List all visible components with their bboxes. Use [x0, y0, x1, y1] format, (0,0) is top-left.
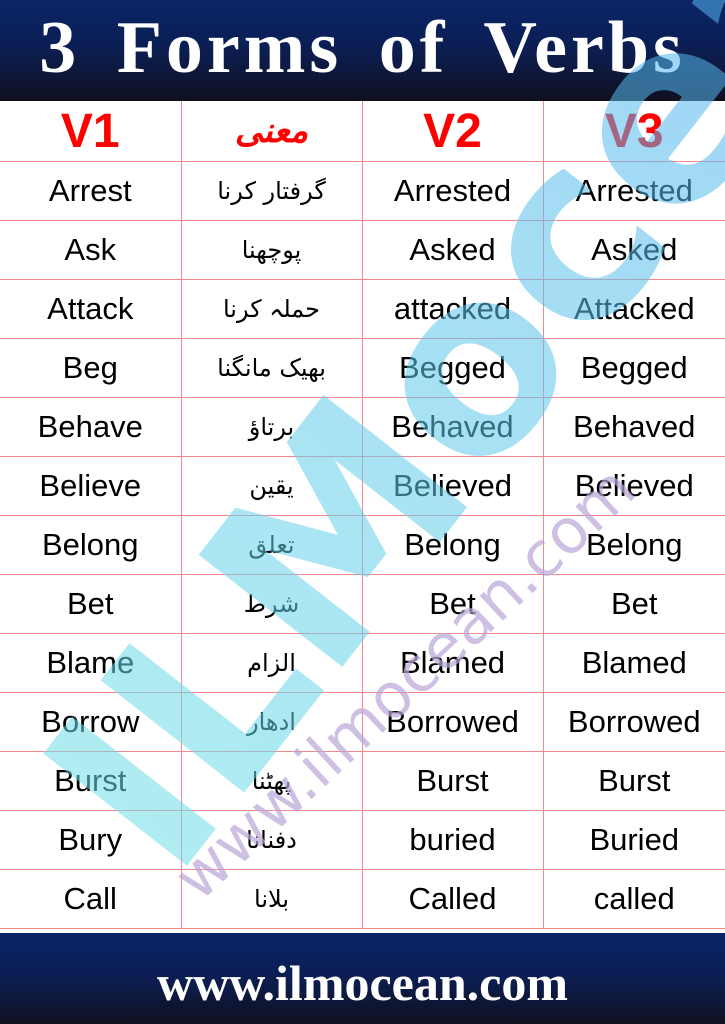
- cell-v1: Arrest: [0, 161, 182, 221]
- cell-v1: Call: [0, 869, 182, 929]
- cell-v3: Bet: [543, 574, 725, 634]
- cell-v2: Burst: [362, 751, 544, 811]
- cell-v3: Buried: [543, 810, 725, 870]
- cell-v3: called: [543, 869, 725, 929]
- column-header-meaning: معنی: [181, 101, 363, 162]
- cell-meaning: پوچھنا: [181, 220, 363, 280]
- verbs-table-area: V1 معنی V2 V3 Arrestگرفتار کرناArrestedA…: [0, 0, 725, 933]
- footer-website: www.ilmocean.com: [156, 954, 569, 1011]
- cell-v3: Burst: [543, 751, 725, 811]
- cell-v1: Behave: [0, 397, 182, 457]
- cell-v3: Blamed: [543, 633, 725, 693]
- cell-v1: Believe: [0, 456, 182, 516]
- cell-meaning: گرفتار کرنا: [181, 161, 363, 221]
- cell-v1: Attack: [0, 279, 182, 339]
- column-header-v1: V1: [0, 101, 182, 162]
- table-row: Call بلانا Called called: [0, 869, 725, 929]
- cell-v2: Called: [362, 869, 544, 929]
- cell-v3: Borrowed: [543, 692, 725, 752]
- cell-v2: buried: [362, 810, 544, 870]
- cell-v1: Ask: [0, 220, 182, 280]
- cell-v1: Beg: [0, 338, 182, 398]
- footer-banner: www.ilmocean.com: [0, 933, 725, 1024]
